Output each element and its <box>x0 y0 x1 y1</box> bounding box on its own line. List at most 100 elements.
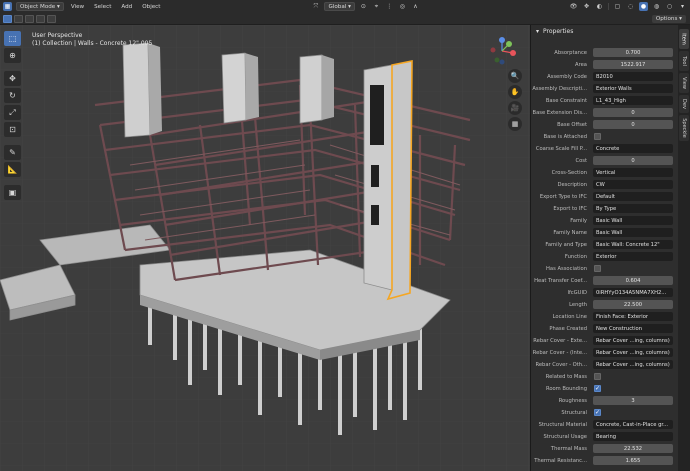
property-value-field[interactable]: 3 <box>593 396 673 405</box>
navigation-gizmo[interactable] <box>487 36 517 66</box>
pivot-icon[interactable]: ⊙ <box>359 2 368 11</box>
property-checkbox[interactable] <box>594 373 601 380</box>
property-value-field[interactable]: Rebar Cover ...ing, columns) <box>593 348 673 357</box>
property-value-field[interactable]: Basic Wall: Concrete 12" <box>593 240 673 249</box>
select-mode-extend-icon[interactable] <box>14 14 23 23</box>
transform-orientation-dropdown[interactable]: Global ▾ <box>324 2 355 11</box>
shading-options-icon[interactable]: ▾ <box>678 2 687 11</box>
camera-view-icon[interactable]: 🎥 <box>508 101 522 115</box>
property-checkbox[interactable] <box>594 265 601 272</box>
property-value-field[interactable]: Bearing <box>593 432 673 441</box>
snap-target-icon[interactable]: ⋮ <box>385 2 394 11</box>
property-value-field[interactable]: Finish Face: Exterior <box>593 312 673 321</box>
visibility-icon[interactable]: 👁 <box>569 2 578 11</box>
property-value-field[interactable]: 0.604 <box>593 276 673 285</box>
property-value-field[interactable]: 0.700 <box>593 48 673 57</box>
property-value-field[interactable]: 0 <box>593 156 673 165</box>
select-mode-new-icon[interactable] <box>3 14 12 23</box>
property-value-field[interactable]: Exterior Walls <box>593 84 673 93</box>
tab-speckle[interactable]: Speckle <box>679 115 689 141</box>
falloff-icon[interactable]: ∧ <box>411 2 420 11</box>
pan-view-icon[interactable]: ✋ <box>508 85 522 99</box>
property-value-field[interactable]: 0 <box>593 120 673 129</box>
property-row: Family and Type Basic Wall: Concrete 12" <box>531 239 678 250</box>
transform-tool-icon[interactable]: ⊡ <box>4 122 21 137</box>
property-value-field[interactable]: 22.532 <box>593 444 673 453</box>
shading-rendered-icon[interactable]: ○ <box>665 2 674 11</box>
scale-tool-icon[interactable]: ⤢ <box>4 105 21 120</box>
tab-tool[interactable]: Tool <box>679 51 689 71</box>
select-box-tool-icon[interactable]: ⬚ <box>4 31 21 46</box>
select-mode-invert-icon[interactable] <box>36 14 45 23</box>
shading-solid-icon[interactable]: ● <box>639 2 648 11</box>
property-row: Base is Attached <box>531 131 678 142</box>
property-value-field[interactable]: 1522.917 <box>593 60 673 69</box>
proportional-edit-icon[interactable]: ◎ <box>398 2 407 11</box>
property-value-field[interactable]: By Type <box>593 204 673 213</box>
property-value-field[interactable]: L1_43_High <box>593 96 673 105</box>
measure-tool-icon[interactable]: 📐 <box>4 162 21 177</box>
mode-dropdown[interactable]: Object Mode ▾ <box>16 2 64 11</box>
property-checkbox[interactable] <box>594 133 601 140</box>
menu-object[interactable]: Object <box>139 2 163 11</box>
property-value-field[interactable]: Rebar Cover ...ing, columns) <box>593 360 673 369</box>
options-dropdown[interactable]: Options ▾ <box>651 15 686 23</box>
3d-viewport[interactable]: User Perspective (1) Collection | Walls … <box>0 25 530 471</box>
property-label: Export to IFC <box>553 205 587 212</box>
property-value-field[interactable]: 0iRHYyO134A5NMA7XH2... <box>593 288 673 297</box>
property-label: Assembly Code <box>547 73 587 80</box>
menu-view[interactable]: View <box>68 2 87 11</box>
tab-item[interactable]: Item <box>679 29 689 49</box>
property-value-field[interactable]: New Construction <box>593 324 673 333</box>
property-value-field[interactable]: Basic Wall <box>593 228 673 237</box>
annotate-tool-icon[interactable]: ✎ <box>4 145 21 160</box>
properties-header[interactable]: ▾ Properties <box>531 25 678 38</box>
property-label: Coarse Scale Fill P... <box>535 145 587 152</box>
property-label: Base is Attached <box>543 133 587 140</box>
property-checkbox[interactable]: ✓ <box>594 409 601 416</box>
tab-dev[interactable]: Dev <box>679 95 689 113</box>
tab-view[interactable]: View <box>679 73 689 93</box>
select-mode-intersect-icon[interactable] <box>47 14 56 23</box>
property-value-field[interactable]: Default <box>593 192 673 201</box>
select-mode-subtract-icon[interactable] <box>25 14 34 23</box>
property-row: Cost 0 <box>531 155 678 166</box>
property-row: Rebar Cover - (Inte... Rebar Cover ...ing… <box>531 347 678 358</box>
property-value-field[interactable]: Concrete <box>593 144 673 153</box>
viewport-header: ▦ Object Mode ▾ View Select Add Object ⤧… <box>0 0 690 13</box>
property-value-field[interactable]: 0 <box>593 108 673 117</box>
menu-select[interactable]: Select <box>91 2 114 11</box>
zoom-view-icon[interactable]: 🔍 <box>508 69 522 83</box>
property-value-field[interactable]: Concrete, Cast-in-Place gr... <box>593 420 673 429</box>
property-label: Cost <box>575 157 587 164</box>
transform-orientation-icon[interactable]: ⤧ <box>311 2 320 11</box>
snap-icon[interactable]: ⌖ <box>372 2 381 11</box>
mode-label: Object Mode <box>20 3 56 10</box>
property-value-field[interactable]: 1.655 <box>593 456 673 465</box>
ortho-toggle-icon[interactable]: ▦ <box>508 117 522 131</box>
editor-type-icon[interactable]: ▦ <box>3 2 12 11</box>
gizmo-toggle-icon[interactable]: ✥ <box>582 2 591 11</box>
property-value-field[interactable]: Rebar Cover ...ing, columns) <box>593 336 673 345</box>
property-label: Rebar Cover - (Inte... <box>532 349 587 356</box>
property-label: Thermal Resistanc... <box>534 457 587 464</box>
rotate-tool-icon[interactable]: ↻ <box>4 88 21 103</box>
property-row: Rebar Cover - Exte... Rebar Cover ...ing,… <box>531 335 678 346</box>
property-value-field[interactable]: Basic Wall <box>593 216 673 225</box>
shading-wireframe-icon[interactable]: ◌ <box>626 2 635 11</box>
property-value-field[interactable]: 22.500 <box>593 300 673 309</box>
property-value-field[interactable]: CW <box>593 180 673 189</box>
property-checkbox[interactable]: ✓ <box>594 385 601 392</box>
property-value-field[interactable]: Vertical <box>593 168 673 177</box>
add-cube-tool-icon[interactable]: ▣ <box>4 185 21 200</box>
menu-add[interactable]: Add <box>118 2 135 11</box>
cursor-tool-icon[interactable]: ⊕ <box>4 48 21 63</box>
property-row: Family Name Basic Wall <box>531 227 678 238</box>
xray-icon[interactable]: ▢ <box>613 2 622 11</box>
move-tool-icon[interactable]: ✥ <box>4 71 21 86</box>
overlay-icon[interactable]: ◐ <box>595 2 604 11</box>
property-value-field[interactable]: Exterior <box>593 252 673 261</box>
shading-material-icon[interactable]: ◍ <box>652 2 661 11</box>
view-subtitle: (1) Collection | Walls - Concrete 12".00… <box>32 40 153 47</box>
property-value-field[interactable]: B2010 <box>593 72 673 81</box>
